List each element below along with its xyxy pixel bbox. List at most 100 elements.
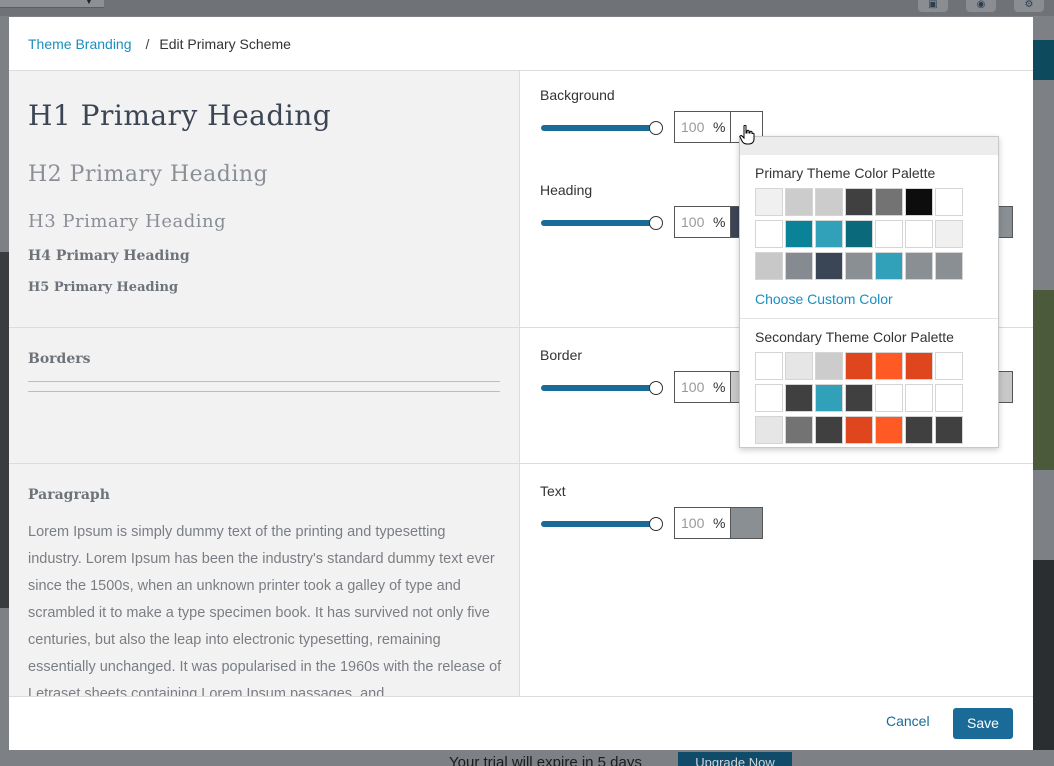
heading-opacity-value: 100 <box>681 214 705 230</box>
monitor-icon: ▣ <box>918 0 948 12</box>
secondary-color-swatch[interactable] <box>935 416 963 444</box>
heading-opacity-slider[interactable] <box>541 216 663 230</box>
trial-text: Your trial will expire in 5 days <box>449 754 642 766</box>
breadcrumb-current: Edit Primary Scheme <box>159 36 291 52</box>
slider-thumb[interactable] <box>649 121 663 135</box>
secondary-color-swatch[interactable] <box>755 384 783 412</box>
border-sample-line <box>28 391 500 392</box>
percent-unit: % <box>713 515 726 531</box>
primary-color-swatch[interactable] <box>785 220 813 248</box>
secondary-color-swatch[interactable] <box>755 352 783 380</box>
h4-preview: H4 Primary Heading <box>28 248 190 264</box>
background-opacity-input[interactable]: 100 % <box>674 111 731 143</box>
heading-label: Heading <box>540 182 593 198</box>
secondary-color-swatch[interactable] <box>785 384 813 412</box>
slider-thumb[interactable] <box>649 381 663 395</box>
h3-preview: H3 Primary Heading <box>28 211 227 232</box>
primary-color-swatch[interactable] <box>815 252 843 280</box>
primary-color-swatch[interactable] <box>785 252 813 280</box>
slider-thumb[interactable] <box>649 216 663 230</box>
text-opacity-input[interactable]: 100 % <box>674 507 731 539</box>
globe-icon: ◉ <box>966 0 996 12</box>
background-label: Background <box>540 87 615 103</box>
secondary-color-swatch[interactable] <box>845 416 873 444</box>
heading-opacity-input[interactable]: 100 % <box>674 206 731 238</box>
background-dropdown: ▼ <box>0 0 104 8</box>
text-label: Text <box>540 483 566 499</box>
h2-preview: H2 Primary Heading <box>28 162 269 187</box>
percent-unit: % <box>713 379 726 395</box>
primary-color-swatch[interactable] <box>875 252 903 280</box>
primary-color-swatch[interactable] <box>935 252 963 280</box>
h5-preview: H5 Primary Heading <box>28 280 179 295</box>
percent-unit: % <box>713 214 726 230</box>
primary-color-swatch[interactable] <box>755 252 783 280</box>
upgrade-button[interactable]: Upgrade Now <box>678 752 792 766</box>
primary-color-swatch[interactable] <box>815 220 843 248</box>
primary-color-swatch[interactable] <box>935 188 963 216</box>
text-opacity-slider[interactable] <box>541 517 663 531</box>
headings-preview: H1 Primary Heading H2 Primary Heading H3… <box>9 71 520 327</box>
background-topbar <box>0 0 1054 16</box>
secondary-color-swatch[interactable] <box>905 352 933 380</box>
primary-color-swatch[interactable] <box>845 188 873 216</box>
border-label: Border <box>540 347 583 363</box>
modal-footer: Cancel Save <box>9 697 1033 750</box>
paragraph-title: Paragraph <box>28 487 110 503</box>
secondary-color-swatch[interactable] <box>815 384 843 412</box>
secondary-color-swatch[interactable] <box>875 384 903 412</box>
secondary-color-swatch[interactable] <box>785 352 813 380</box>
secondary-color-swatch[interactable] <box>845 352 873 380</box>
borders-title: Borders <box>28 351 91 367</box>
secondary-color-swatch[interactable] <box>935 384 963 412</box>
primary-color-swatch[interactable] <box>755 220 783 248</box>
paragraph-row: Paragraph Lorem Ipsum is simply dummy te… <box>9 464 1033 697</box>
primary-color-swatch[interactable] <box>845 252 873 280</box>
secondary-color-swatch[interactable] <box>875 352 903 380</box>
secondary-color-swatch[interactable] <box>905 416 933 444</box>
text-color-swatch[interactable] <box>730 507 763 539</box>
border-sample-line <box>28 381 500 382</box>
text-opacity-value: 100 <box>681 515 705 531</box>
secondary-color-swatch[interactable] <box>815 416 843 444</box>
breadcrumb-theme-branding-link[interactable]: Theme Branding <box>28 36 132 52</box>
slider-track <box>541 521 657 527</box>
chevron-down-icon: ▼ <box>84 0 94 7</box>
primary-color-swatch[interactable] <box>875 188 903 216</box>
border-opacity-value: 100 <box>681 379 705 395</box>
slider-thumb[interactable] <box>649 517 663 531</box>
save-button[interactable]: Save <box>953 708 1013 739</box>
secondary-color-swatch[interactable] <box>815 352 843 380</box>
background-opacity-slider[interactable] <box>541 121 663 135</box>
secondary-color-swatch[interactable] <box>905 384 933 412</box>
secondary-color-swatch[interactable] <box>875 416 903 444</box>
color-picker-header <box>740 137 998 155</box>
primary-color-swatch[interactable] <box>905 188 933 216</box>
primary-color-swatch[interactable] <box>875 220 903 248</box>
primary-color-swatch[interactable] <box>905 252 933 280</box>
background-right-strip <box>1033 40 1054 80</box>
border-color-preview-edge <box>999 371 1013 403</box>
heading-color-preview-edge <box>999 206 1013 238</box>
primary-color-swatch[interactable] <box>935 220 963 248</box>
background-right-image <box>1033 290 1054 470</box>
primary-color-swatch[interactable] <box>785 188 813 216</box>
secondary-color-swatch[interactable] <box>935 352 963 380</box>
secondary-color-swatch[interactable] <box>755 416 783 444</box>
choose-custom-color-link[interactable]: Choose Custom Color <box>755 291 893 307</box>
h1-preview: H1 Primary Heading <box>28 99 332 132</box>
secondary-color-swatch[interactable] <box>845 384 873 412</box>
border-opacity-slider[interactable] <box>541 381 663 395</box>
cancel-button[interactable]: Cancel <box>886 713 930 729</box>
hand-pointer-icon <box>739 125 755 145</box>
primary-palette-grid <box>755 188 965 282</box>
primary-color-swatch[interactable] <box>905 220 933 248</box>
border-opacity-input[interactable]: 100 % <box>674 371 731 403</box>
primary-color-swatch[interactable] <box>845 220 873 248</box>
borders-preview: Borders <box>9 328 520 463</box>
primary-color-swatch[interactable] <box>755 188 783 216</box>
primary-color-swatch[interactable] <box>815 188 843 216</box>
secondary-color-swatch[interactable] <box>785 416 813 444</box>
secondary-palette-title: Secondary Theme Color Palette <box>755 329 954 345</box>
slider-track <box>541 125 657 131</box>
